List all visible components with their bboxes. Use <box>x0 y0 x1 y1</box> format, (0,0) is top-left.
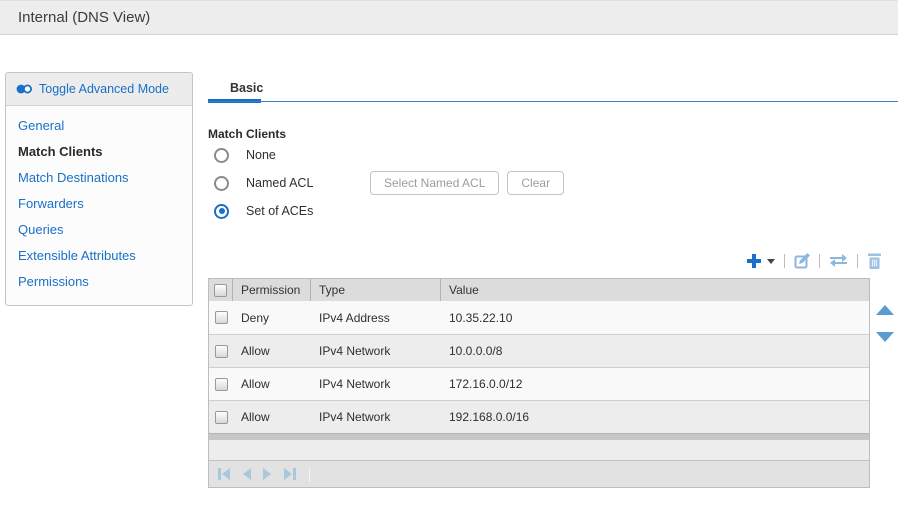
cell-permission: Deny <box>233 311 311 325</box>
radio-row-none: None <box>208 141 898 169</box>
first-page-icon <box>217 467 231 481</box>
add-icon <box>746 253 762 269</box>
radio-none-label: None <box>246 148 276 162</box>
row-checkbox[interactable] <box>215 345 228 358</box>
cell-type: IPv4 Network <box>311 410 441 424</box>
cell-type: IPv4 Network <box>311 377 441 391</box>
first-page-button[interactable] <box>217 467 231 481</box>
radio-set-of-aces-label: Set of ACEs <box>246 204 313 218</box>
table-row[interactable]: Allow IPv4 Network 192.168.0.0/16 <box>209 400 869 433</box>
prev-page-icon <box>241 467 252 481</box>
match-clients-radio-group: None Named ACL Select Named ACL Clear Se… <box>208 141 898 225</box>
page-title: Internal (DNS View) <box>18 9 150 26</box>
sidebar: Toggle Advanced Mode General Match Clien… <box>5 72 193 306</box>
tab-bar: Basic <box>208 72 898 105</box>
toggle-advanced-mode-button[interactable]: Toggle Advanced Mode <box>6 73 192 106</box>
move-row-down-button[interactable] <box>876 332 894 342</box>
prev-page-button[interactable] <box>241 467 252 481</box>
radio-named-acl-label: Named ACL <box>246 176 313 190</box>
toolbar-divider <box>819 254 820 268</box>
cell-permission: Allow <box>233 410 311 424</box>
horizontal-scrollbar[interactable] <box>209 433 869 440</box>
ace-table: Permission Type Value Deny IPv4 Address … <box>208 278 870 488</box>
sidebar-item-permissions[interactable]: Permissions <box>6 269 192 295</box>
edit-button[interactable] <box>794 253 810 269</box>
window-title-bar: Internal (DNS View) <box>0 0 898 35</box>
sidebar-item-forwarders[interactable]: Forwarders <box>6 191 192 217</box>
sidebar-nav: General Match Clients Match Destinations… <box>6 106 192 305</box>
last-page-icon <box>283 467 297 481</box>
cell-value: 192.168.0.0/16 <box>441 410 869 424</box>
column-header-type[interactable]: Type <box>311 279 441 301</box>
select-all-checkbox-cell <box>209 279 233 301</box>
radio-named-acl[interactable] <box>214 176 229 191</box>
pager-divider <box>309 467 310 482</box>
named-acl-buttons: Select Named ACL Clear <box>370 171 564 195</box>
column-header-value[interactable]: Value <box>441 279 869 301</box>
radio-set-of-aces[interactable] <box>214 204 229 219</box>
sidebar-item-general[interactable]: General <box>6 113 192 139</box>
next-page-icon <box>262 467 273 481</box>
sidebar-item-extensible-attributes[interactable]: Extensible Attributes <box>6 243 192 269</box>
row-checkbox[interactable] <box>215 378 228 391</box>
delete-icon <box>867 253 882 269</box>
sidebar-item-match-clients[interactable]: Match Clients <box>6 139 192 165</box>
toggle-mode-icon <box>16 83 33 95</box>
tab-bar-divider <box>208 101 898 102</box>
pagination-bar <box>209 460 869 487</box>
toolbar-divider <box>784 254 785 268</box>
main-content: Basic Match Clients None Named ACL Selec… <box>208 72 898 502</box>
radio-row-set-of-aces: Set of ACEs <box>208 197 898 225</box>
move-row-up-button[interactable] <box>876 305 894 315</box>
add-menu-caret-icon[interactable] <box>767 259 775 264</box>
clear-button[interactable]: Clear <box>507 171 564 195</box>
cell-value: 10.35.22.10 <box>441 311 869 325</box>
last-page-button[interactable] <box>283 467 297 481</box>
reorder-icon <box>829 254 848 268</box>
toolbar-divider <box>857 254 858 268</box>
next-page-button[interactable] <box>262 467 273 481</box>
cell-permission: Allow <box>233 377 311 391</box>
cell-type: IPv4 Address <box>311 311 441 325</box>
sidebar-item-queries[interactable]: Queries <box>6 217 192 243</box>
table-header-row: Permission Type Value <box>209 279 869 301</box>
table-row[interactable]: Deny IPv4 Address 10.35.22.10 <box>209 301 869 334</box>
radio-row-named-acl: Named ACL Select Named ACL Clear <box>208 169 898 197</box>
table-row[interactable]: Allow IPv4 Network 10.0.0.0/8 <box>209 334 869 367</box>
add-button[interactable] <box>746 253 775 269</box>
toggle-advanced-mode-label: Toggle Advanced Mode <box>39 82 169 96</box>
select-named-acl-button[interactable]: Select Named ACL <box>370 171 499 195</box>
radio-none[interactable] <box>214 148 229 163</box>
delete-button[interactable] <box>867 253 882 269</box>
column-header-permission[interactable]: Permission <box>233 279 311 301</box>
cell-value: 10.0.0.0/8 <box>441 344 869 358</box>
sidebar-item-match-destinations[interactable]: Match Destinations <box>6 165 192 191</box>
table-empty-area <box>209 440 869 460</box>
row-checkbox[interactable] <box>215 311 228 324</box>
cell-permission: Allow <box>233 344 311 358</box>
match-clients-section-label: Match Clients <box>208 127 286 141</box>
row-checkbox[interactable] <box>215 411 228 424</box>
reorder-button[interactable] <box>829 254 848 268</box>
cell-type: IPv4 Network <box>311 344 441 358</box>
edit-icon <box>794 253 810 269</box>
tab-basic[interactable]: Basic <box>230 81 263 95</box>
cell-value: 172.16.0.0/12 <box>441 377 869 391</box>
ace-toolbar <box>208 250 882 272</box>
table-row[interactable]: Allow IPv4 Network 172.16.0.0/12 <box>209 367 869 400</box>
select-all-checkbox[interactable] <box>214 284 227 297</box>
